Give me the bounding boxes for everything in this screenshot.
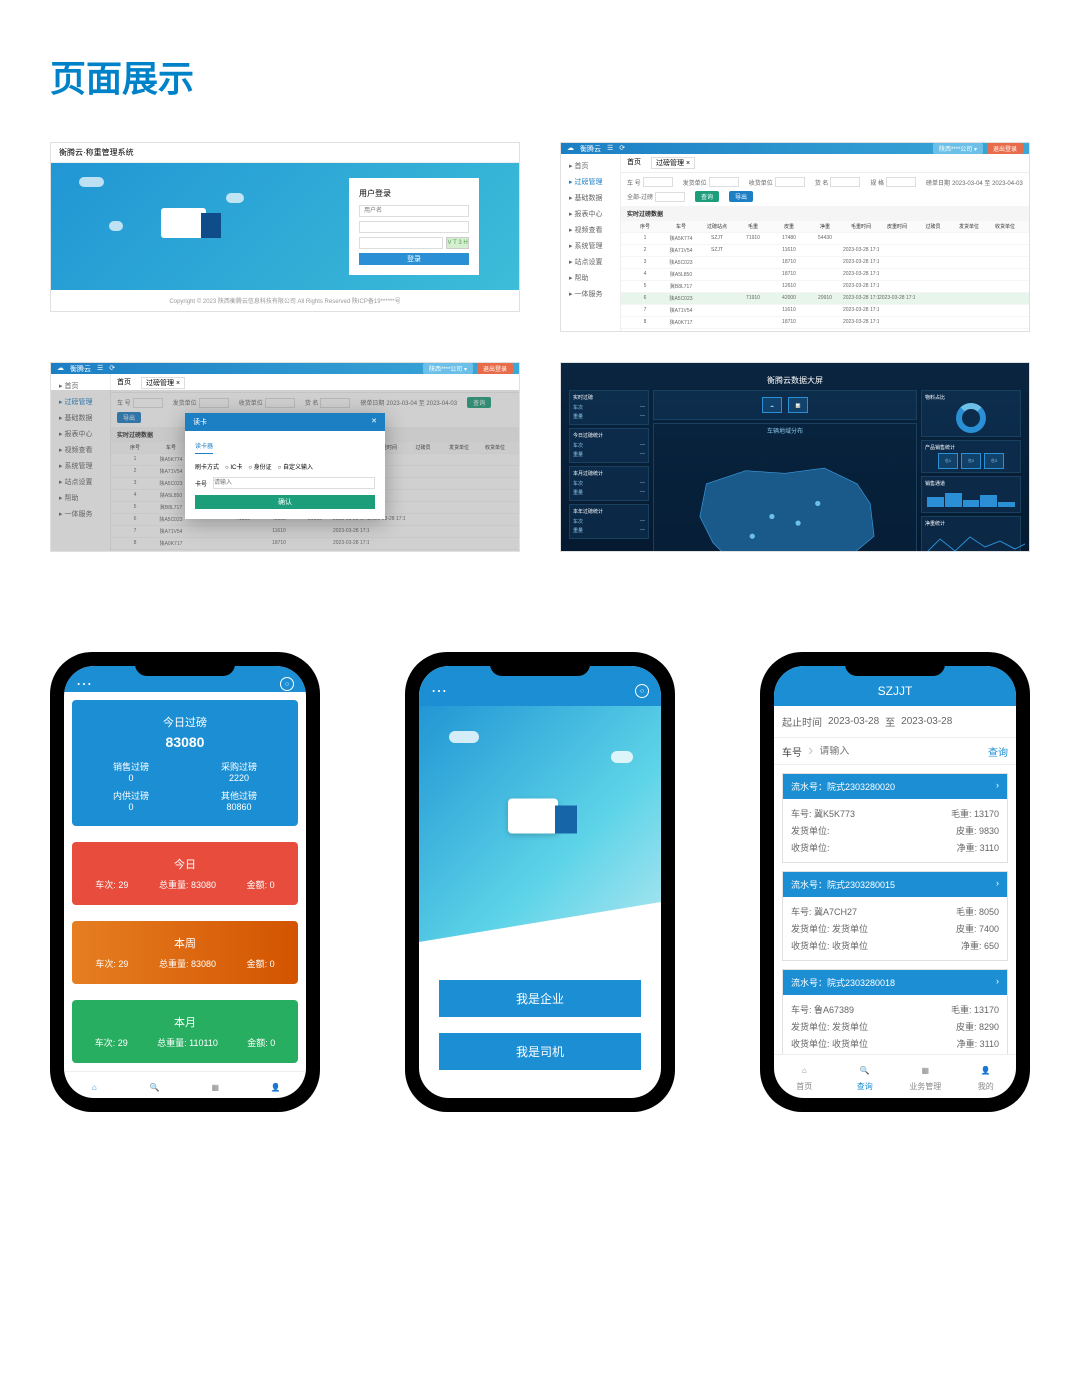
nav-biz[interactable]: ▦业务管理	[895, 1061, 956, 1092]
sidebar-item[interactable]: ▸ 帮助	[565, 270, 616, 286]
query-button[interactable]: 查询	[988, 744, 1008, 759]
phone-query: SZJJT 起止时间 2023-03-28 至 2023-03-28 车号 › …	[760, 652, 1030, 1112]
nav-home[interactable]: ⌂首页	[64, 1078, 125, 1098]
plate-search-input[interactable]	[819, 746, 982, 757]
enterprise-button[interactable]: 我是企业	[439, 980, 641, 1017]
table-row[interactable]: 3陕A5C023187102023-03-28 17:12:55	[621, 257, 1029, 269]
month-detail-card: 本月 车次: 29 总重量: 110110 金额: 0	[72, 1000, 298, 1063]
phone-role-select: ⋯ ○ 我是企业 我是司机	[405, 652, 675, 1112]
sidebar-item[interactable]: ▸ 一体服务	[565, 286, 616, 302]
sidebar-item[interactable]: ▸ 过磅管理	[565, 174, 616, 190]
today-detail-card: 今日 车次: 29 总重量: 83080 金额: 0	[72, 842, 298, 905]
today-summary-card: 今日过磅 83080 销售过磅0采购过磅2220内供过磅0其他过磅80860	[72, 700, 298, 826]
page-title: 页面展示	[50, 50, 1030, 102]
dashboard-panel: 衡腾云数据大屏 实时过磅车次—重量—今日过磅统计车次—重量—本月过磅统计车次—重…	[560, 362, 1030, 552]
dashboard-title: 衡腾云数据大屏	[569, 375, 1021, 386]
card-input[interactable]	[213, 477, 375, 489]
record-item[interactable]: 流水号：院式2303280018›车号: 鲁A67389毛重: 13170发货单…	[782, 969, 1008, 1054]
search-button[interactable]: 查询	[695, 191, 719, 202]
table-row[interactable]: 9陕A5858B7191012610592102023-03-28 17:12:…	[621, 329, 1029, 332]
login-copyright: Copyright © 2023 陕西衡腾云信息科技有限公司 All Right…	[51, 290, 519, 311]
confirm-button[interactable]: 确认	[195, 495, 375, 509]
date-to[interactable]: 2023-03-28	[901, 716, 952, 727]
table-row[interactable]: 6陕A5C0237191042000299102023-03-28 17:10:…	[621, 293, 1029, 305]
login-form: 用户登录 V T 3 H 登录	[349, 178, 479, 275]
nav-biz[interactable]: ▦业务管理	[185, 1078, 246, 1098]
captcha-input[interactable]	[359, 237, 443, 249]
menu-icon[interactable]: ⋯	[431, 681, 447, 701]
table-modal-panel: ☁衡腾云☰⟳ 陕西****公司 ▾退出登录 ▸ 首页▸ 过磅管理▸ 基础数据▸ …	[50, 362, 520, 552]
close-icon[interactable]: ○	[635, 684, 649, 698]
nav-search[interactable]: 🔍查询	[125, 1078, 186, 1098]
logout-button[interactable]: 退出登录	[987, 143, 1023, 154]
truck-illustration	[151, 203, 231, 253]
table-row[interactable]: 8陕A0K717187102023-03-28 17:12:55	[621, 317, 1029, 329]
china-map: 车辆地域分布 1208521064	[653, 423, 917, 552]
record-item[interactable]: 流水号：院式2303280015›车号: 冀A7CH27毛重: 8050发货单位…	[782, 871, 1008, 961]
login-panel: 衡腾云·称重管理系统 用户登录 V T 3 H 登录 Copyright	[50, 142, 520, 312]
hero-illustration	[419, 706, 661, 962]
record-item[interactable]: 流水号：院式2303280020›车号: 冀K5K773毛重: 13170发货单…	[782, 773, 1008, 863]
driver-button[interactable]: 我是司机	[439, 1033, 641, 1070]
card-read-modal: 读卡✕ 读卡器 刷卡方式 ○ IC卡 ○ 身份证 ○ 自定义输入 卡号 确认	[185, 413, 385, 519]
export-button[interactable]: 导出	[729, 191, 753, 202]
nav-mine[interactable]: 👤我的	[956, 1061, 1017, 1092]
phone-home: ⋯ ○ 今日过磅 83080 销售过磅0采购过磅2220内供过磅0其他过磅808…	[50, 652, 320, 1112]
week-detail-card: 本周 车次: 29 总重量: 83080 金额: 0	[72, 921, 298, 984]
password-input[interactable]	[359, 221, 469, 233]
login-form-title: 用户登录	[359, 188, 469, 199]
nav-search[interactable]: 🔍查询	[835, 1061, 896, 1092]
table-row[interactable]: 7陕A71V54116102023-03-28 17:12:55	[621, 305, 1029, 317]
table-row[interactable]: 5冀B8L717126102023-03-28 17:10:55	[621, 281, 1029, 293]
sidebar: ▸ 首页▸ 过磅管理▸ 基础数据▸ 报表中心▸ 视频查看▸ 系统管理▸ 站点设置…	[561, 154, 621, 332]
weigh-table-panel: ☁衡腾云☰⟳ 陕西****公司 ▾退出登录 ▸ 首页▸ 过磅管理▸ 基础数据▸ …	[560, 142, 1030, 332]
sidebar-item[interactable]: ▸ 视频查看	[565, 222, 616, 238]
table-row[interactable]: 2陕A71V54SZJT116102023-03-28 17:10:55	[621, 245, 1029, 257]
nav-mine[interactable]: 👤我的	[246, 1078, 307, 1098]
login-system-title: 衡腾云·称重管理系统	[51, 143, 519, 163]
sidebar-item[interactable]: ▸ 站点设置	[565, 254, 616, 270]
login-button[interactable]: 登录	[359, 253, 469, 265]
sidebar-item[interactable]: ▸ 首页	[565, 158, 616, 174]
sidebar-item[interactable]: ▸ 系统管理	[565, 238, 616, 254]
table-row[interactable]: 1陕A5K774SZJT719101748054430	[621, 233, 1029, 245]
close-icon[interactable]: ○	[280, 677, 294, 691]
logo-icon: ☁	[567, 144, 574, 154]
captcha-image[interactable]: V T 3 H	[446, 237, 469, 249]
menu-icon[interactable]: ⋯	[76, 674, 92, 694]
sidebar-item[interactable]: ▸ 报表中心	[565, 206, 616, 222]
username-input[interactable]	[359, 205, 469, 217]
date-from[interactable]: 2023-03-28	[828, 716, 879, 727]
close-icon[interactable]: ✕	[371, 417, 377, 427]
table-row[interactable]: 4陕A5L850187102023-03-28 17:12:55	[621, 269, 1029, 281]
sidebar-item[interactable]: ▸ 基础数据	[565, 190, 616, 206]
nav-home[interactable]: ⌂首页	[774, 1061, 835, 1092]
